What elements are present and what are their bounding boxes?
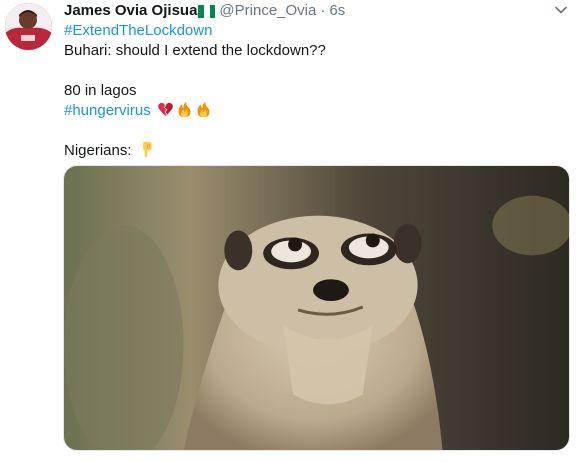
timestamp[interactable]: 6s <box>329 1 345 21</box>
fire-icon <box>195 101 212 118</box>
text-nigerians: Nigerians: <box>64 142 132 159</box>
tweet-text: #ExtendTheLockdown Buhari: should I exte… <box>64 21 570 161</box>
hashtag-hungervirus[interactable]: #hungervirus <box>64 102 151 119</box>
hashtag-extendthelockdown[interactable]: #ExtendTheLockdown <box>64 22 212 39</box>
tweet[interactable]: James Ovia Ojisua @Prince_Ovia · 6s #Ext… <box>0 0 576 462</box>
broken-heart-icon <box>157 101 174 118</box>
separator-dot: · <box>320 2 326 19</box>
fire-icon <box>176 101 193 118</box>
pointing-down-icon <box>138 141 155 158</box>
author-name[interactable]: James Ovia Ojisua <box>64 1 197 21</box>
chevron-down-icon[interactable] <box>552 1 570 19</box>
text-lagos: 80 in lagos <box>64 82 137 99</box>
nigeria-flag-icon <box>198 4 216 18</box>
text-question: Buhari: should I extend the lockdown?? <box>64 42 326 59</box>
avatar[interactable] <box>5 3 52 50</box>
tweet-header: James Ovia Ojisua @Prince_Ovia · 6s <box>64 0 570 22</box>
author-handle[interactable]: @Prince_Ovia <box>219 1 316 21</box>
tweet-image-meerkat[interactable] <box>63 165 570 451</box>
tweet-content: James Ovia Ojisua @Prince_Ovia · 6s #Ext… <box>64 0 570 161</box>
